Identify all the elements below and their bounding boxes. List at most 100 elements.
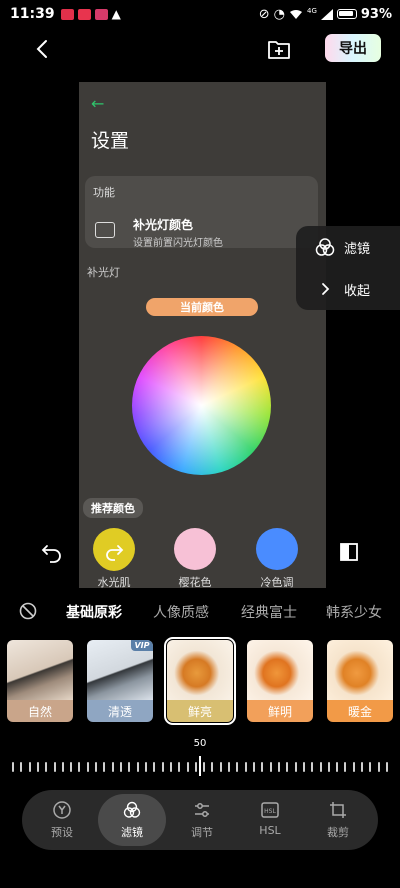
swatch-circle: [174, 528, 216, 570]
nav-hsl[interactable]: HSL HSL: [236, 790, 304, 850]
top-bar: 导出: [0, 32, 400, 68]
swatch-circle: [256, 528, 298, 570]
back-icon[interactable]: [30, 36, 56, 62]
add-to-folder-icon[interactable]: [266, 36, 292, 62]
nav-crop[interactable]: 裁剪: [304, 790, 372, 850]
signal-icon: [320, 8, 333, 20]
preview-item-subtitle: 设置前置闪光灯颜色: [133, 238, 223, 249]
photo-preview[interactable]: ← 设置 功能 补光灯颜色 设置前置闪光灯颜色 补光灯 当前颜色 推荐颜色 水光…: [79, 82, 326, 588]
swatch-label: 樱花色: [178, 576, 212, 588]
slider-tick: [219, 762, 222, 772]
status-time: 11:39: [10, 6, 55, 22]
intensity-slider[interactable]: [8, 756, 392, 776]
redo-button[interactable]: [95, 533, 133, 571]
slider-tick: [28, 762, 31, 772]
filter-label: 自然: [7, 700, 73, 722]
notification-app-icon: [77, 8, 91, 20]
preview-back-arrow: ←: [91, 94, 105, 113]
color-wheel: [132, 336, 271, 475]
filter-thumbnail[interactable]: 鲜明: [247, 640, 313, 722]
slider-tick: [128, 762, 131, 772]
preview-item-title: 补光灯颜色: [133, 218, 194, 232]
slider-tick: [20, 762, 23, 772]
filter-label: 鲜亮: [167, 700, 233, 722]
filter-icon: [315, 238, 335, 256]
collapse-button[interactable]: 收起: [296, 268, 400, 310]
qq-icon: ▲: [111, 7, 121, 21]
slider-tick: [269, 762, 272, 772]
nav-label: 裁剪: [327, 826, 349, 839]
wifi-icon: [289, 9, 302, 19]
preview-section-label: 功能: [93, 186, 115, 199]
slider-tick: [120, 762, 123, 772]
slider-tick: [211, 762, 214, 772]
status-bar: 11:39 ▲ ⊘ ◔ 4G 93%: [0, 0, 400, 28]
slider-tick: [261, 762, 264, 772]
slider-tick: [169, 762, 172, 772]
filter-thumbnail-selected[interactable]: 鲜亮: [164, 637, 236, 725]
nav-label: 滤镜: [121, 826, 143, 839]
tab-korean-girl[interactable]: 韩系少女: [326, 602, 382, 622]
slider-tick: [61, 762, 64, 772]
filter-icon: [123, 801, 141, 818]
preview-function-card: 功能 补光灯颜色 设置前置闪光灯颜色: [85, 176, 318, 249]
slider-tick: [86, 762, 89, 772]
svg-text:HSL: HSL: [264, 808, 276, 815]
adjust-icon: [195, 803, 209, 817]
intensity-value: 50: [193, 738, 207, 749]
slider-tick: [144, 762, 147, 772]
undo-icon[interactable]: [40, 540, 64, 564]
collapse-label: 收起: [344, 283, 371, 299]
notification-app-icon: [60, 8, 74, 20]
battery-icon: [336, 9, 357, 19]
slider-tick: [319, 762, 322, 772]
export-button[interactable]: 导出: [325, 34, 381, 62]
vip-badge: VIP: [131, 640, 153, 651]
slider-tick: [153, 762, 156, 772]
slider-tick: [377, 762, 380, 772]
filter-side-panel: 滤镜 收起: [296, 226, 400, 310]
slider-tick: [253, 762, 256, 772]
nav-preset[interactable]: 预设: [28, 790, 96, 850]
no-filter-icon[interactable]: [18, 601, 38, 621]
slider-tick: [361, 762, 364, 772]
tab-basic-original[interactable]: 基础原彩: [66, 602, 122, 622]
slider-tick: [78, 762, 81, 772]
filter-label: 暖金: [327, 700, 393, 722]
slider-tick: [311, 762, 314, 772]
slider-tick: [136, 762, 139, 772]
thumbnail-image: [327, 640, 393, 700]
nav-filter[interactable]: 滤镜: [98, 794, 166, 846]
slider-tick: [352, 762, 355, 772]
nav-label: 调节: [191, 826, 213, 839]
slider-tick: [178, 762, 181, 772]
thumbnail-image: [7, 640, 73, 700]
slider-tick: [186, 762, 189, 772]
slider-tick: [344, 762, 347, 772]
compare-icon[interactable]: [337, 540, 361, 564]
filter-category-tabs: 基础原彩 人像质感 经典富士 韩系少女: [0, 600, 400, 626]
slider-tick: [302, 762, 305, 772]
slider-tick: [103, 762, 106, 772]
swatch-label: 冷色调: [260, 576, 294, 588]
swatch-label: 水光肌: [97, 576, 131, 588]
nav-adjust[interactable]: 调节: [168, 790, 236, 850]
current-color-pill: 当前颜色: [146, 298, 258, 316]
slider-tick: [336, 762, 339, 772]
slider-tick: [327, 762, 330, 772]
filter-thumbnail[interactable]: VIP 清透: [87, 640, 153, 722]
slider-tick: [369, 762, 372, 772]
filter-thumbnail[interactable]: 暖金: [327, 640, 393, 722]
hsl-icon: HSL: [261, 802, 279, 818]
filter-thumbnail[interactable]: 自然: [7, 640, 73, 722]
filter-toggle-button[interactable]: 滤镜: [296, 226, 400, 268]
slider-tick: [36, 762, 39, 772]
slider-tick: [161, 762, 164, 772]
filter-label: 滤镜: [344, 241, 371, 257]
alarm-icon: ◔: [273, 6, 285, 22]
slider-thumb[interactable]: [199, 756, 201, 776]
tab-portrait-texture[interactable]: 人像质感: [153, 602, 209, 622]
tab-classic-fuji[interactable]: 经典富士: [241, 602, 297, 622]
bottom-nav: 预设 滤镜 调节 HSL HSL 裁剪: [22, 790, 378, 850]
slider-tick: [286, 762, 289, 772]
